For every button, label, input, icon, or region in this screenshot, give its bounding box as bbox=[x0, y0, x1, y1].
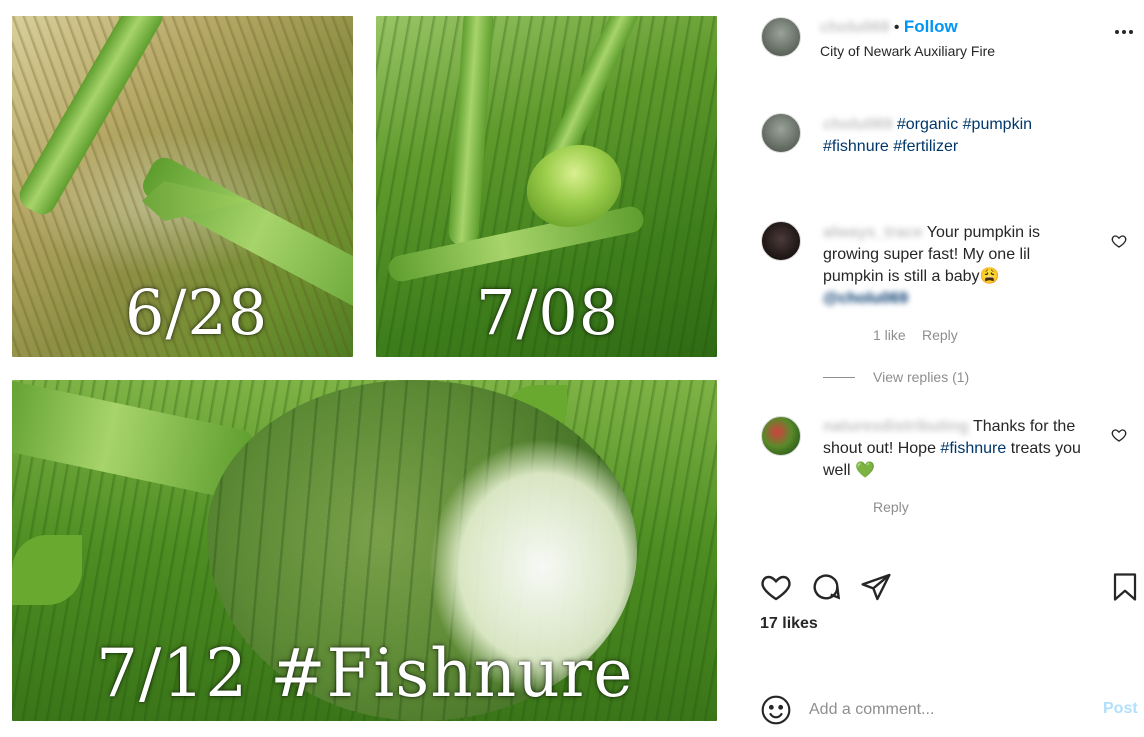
hashtag-link[interactable]: #fishnure bbox=[823, 138, 889, 155]
reply-button[interactable]: Reply bbox=[873, 499, 909, 515]
hashtag-link[interactable]: #pumpkin bbox=[963, 116, 1032, 133]
comment-username[interactable]: always_trace bbox=[823, 224, 923, 241]
reply-button[interactable]: Reply bbox=[922, 327, 958, 343]
username[interactable]: cholu069 bbox=[820, 19, 889, 36]
add-comment-bar: Post bbox=[745, 690, 1144, 730]
photo-6-28[interactable]: 6/28 bbox=[12, 16, 353, 357]
date-label: 7/12 #Fishnure bbox=[96, 635, 634, 712]
follow-button[interactable]: Follow bbox=[904, 17, 958, 36]
post-button[interactable]: Post bbox=[1103, 700, 1138, 718]
green-heart-emoji: 💚 bbox=[855, 462, 875, 479]
view-replies-button[interactable]: View replies (1) bbox=[823, 369, 969, 385]
leaf bbox=[12, 535, 82, 605]
comment-likes[interactable]: 1 like bbox=[873, 327, 906, 343]
mention-link[interactable]: @cholu069 bbox=[823, 290, 908, 307]
avatar[interactable] bbox=[761, 416, 801, 456]
photo-7-12[interactable]: 7/12 #Fishnure bbox=[12, 380, 717, 721]
hashtag-link[interactable]: #fishnure bbox=[940, 440, 1006, 457]
hashtag-link[interactable]: #organic bbox=[897, 116, 958, 133]
divider bbox=[823, 376, 855, 378]
location-link[interactable]: City of Newark Auxiliary Fire bbox=[820, 43, 995, 59]
comment: naturesdistributing Thanks for the shout… bbox=[823, 416, 1093, 482]
like-comment-heart-icon[interactable] bbox=[1111, 233, 1127, 249]
post-details-panel: cholu069 • Follow City of Newark Auxilia… bbox=[745, 0, 1144, 737]
avatar[interactable] bbox=[761, 221, 801, 261]
caption-username[interactable]: cholu069 bbox=[823, 116, 892, 133]
post-caption: cholu069 #organic #pumpkin #fishnure #fe… bbox=[823, 114, 1083, 158]
like-comment-heart-icon[interactable] bbox=[1111, 427, 1127, 443]
emoji-icon[interactable] bbox=[760, 694, 792, 726]
view-replies-label: View replies (1) bbox=[873, 369, 970, 385]
comment-username[interactable]: naturesdistributing bbox=[823, 418, 969, 435]
post-header: cholu069 • Follow bbox=[820, 17, 958, 37]
comment-input[interactable] bbox=[809, 698, 1069, 722]
likes-count[interactable]: 17 likes bbox=[760, 615, 818, 633]
avatar[interactable] bbox=[761, 113, 801, 153]
more-options-icon[interactable] bbox=[1115, 30, 1135, 36]
photo-7-08[interactable]: 7/08 bbox=[376, 16, 717, 357]
comment: always_trace Your pumpkin is growing sup… bbox=[823, 222, 1093, 310]
hashtag-link[interactable]: #fertilizer bbox=[893, 138, 958, 155]
comment-icon[interactable] bbox=[810, 571, 842, 603]
bookmark-icon[interactable] bbox=[1110, 571, 1140, 603]
share-icon[interactable] bbox=[860, 571, 892, 603]
date-label: 6/28 bbox=[125, 276, 269, 349]
avatar[interactable] bbox=[761, 17, 801, 57]
weary-face-emoji: 😩 bbox=[979, 268, 1000, 285]
date-label: 7/08 bbox=[476, 276, 620, 349]
separator: • bbox=[893, 19, 900, 36]
heart-icon[interactable] bbox=[760, 571, 792, 603]
action-bar bbox=[760, 571, 1143, 605]
